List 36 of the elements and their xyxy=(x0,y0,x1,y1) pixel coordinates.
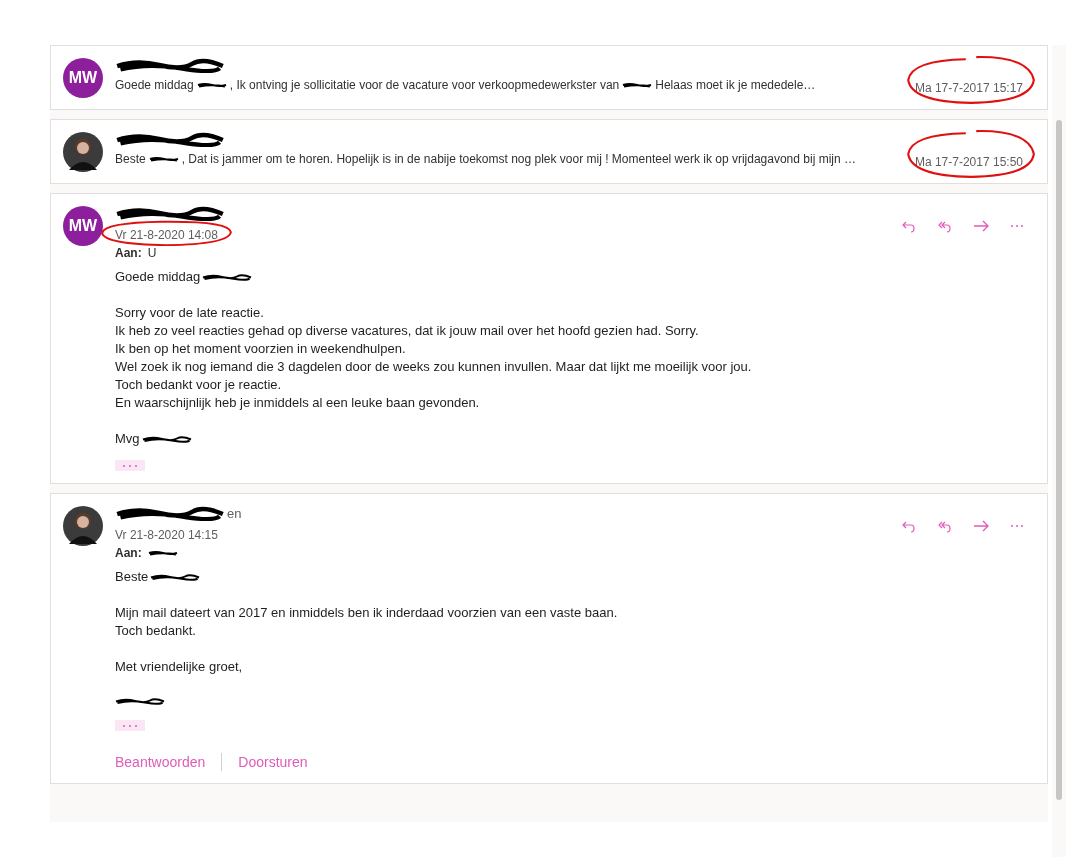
message-card[interactable]: MW Goede middag , Ik ontving je sollicitatie voor de vacature voor verkoopmedewerkster van Helaas moet ik je mededele… Ma 17-7-2017 15:17 xyxy=(50,45,1048,110)
message-text: Wel zoek ik nog iemand die 3 dagdelen door de weeks zou kunnen invullen. Maar dat lijkt me moeilijk voor jou. xyxy=(115,358,752,376)
date-text: Vr 21-8-2020 14:08 xyxy=(115,228,218,242)
preview-text: Beste xyxy=(115,152,146,166)
forward-icon[interactable] xyxy=(973,218,989,234)
message-text: Toch bedankt voor je reactie. xyxy=(115,376,282,394)
scrollbar-thumb[interactable] xyxy=(1056,120,1062,800)
preview-text: Goede middag xyxy=(115,78,194,92)
date-text: Vr 21-8-2020 14:15 xyxy=(115,528,218,542)
forward-icon[interactable] xyxy=(973,518,989,534)
avatar: MW xyxy=(63,206,103,246)
preview-text: , Dat is jammer om te horen. Hopelijk is in de nabije toekomst nog plek voor mij ! Momenteel werk ik op vrijdagavond bij mijn … xyxy=(181,152,856,166)
message-text: Goede middag xyxy=(115,268,201,286)
avatar: MW xyxy=(63,58,103,98)
date-text: Ma 17-7-2017 15:50 xyxy=(914,155,1023,169)
recipient-label: Aan: xyxy=(115,546,142,560)
date-text: Ma 17-7-2017 15:17 xyxy=(914,81,1023,95)
more-icon xyxy=(120,722,140,729)
sender-name: en xyxy=(227,505,242,521)
message-text: Toch bedankt. xyxy=(115,622,196,640)
message-text: En waarschijnlijk heb je inmiddels al een leuke baan gevonden. xyxy=(115,394,480,412)
recipient-label: Aan: xyxy=(115,246,142,260)
message-text: Mijn mail dateert van 2017 en inmiddels ben ik inderdaad voorzien van een vaste baan. xyxy=(115,604,618,622)
preview-text: , Ik ontving je sollicitatie voor de vacature voor verkoopmedewerkster van xyxy=(229,78,620,92)
show-more-button[interactable] xyxy=(115,460,145,471)
preview-text: Helaas moet ik je mededele… xyxy=(655,78,816,92)
more-icon xyxy=(120,462,140,469)
recipient-name: U xyxy=(147,246,157,260)
message-text: Ik ben op het moment voorzien in weekendhulpen. xyxy=(115,340,406,358)
show-more-button[interactable] xyxy=(115,720,145,731)
message-text: Ik heb zo veel reacties gehad op diverse vacatures, dat ik jouw mail over het hoofd gezien had. Sorry. xyxy=(115,322,699,340)
message-text: Met vriendelijke groet, xyxy=(115,658,243,676)
message-text: Beste xyxy=(115,568,149,586)
message-card[interactable]: Beste , Dat is jammer om te horen. Hopelijk is in de nabije toekomst nog plek voor mij ! Momenteel werk ik op vrijdagavond bij mijn … Ma 17-7-2017 15:50 xyxy=(50,119,1048,184)
message-text: Sorry voor de late reactie. xyxy=(115,304,264,322)
message-text: Mvg xyxy=(115,430,140,448)
